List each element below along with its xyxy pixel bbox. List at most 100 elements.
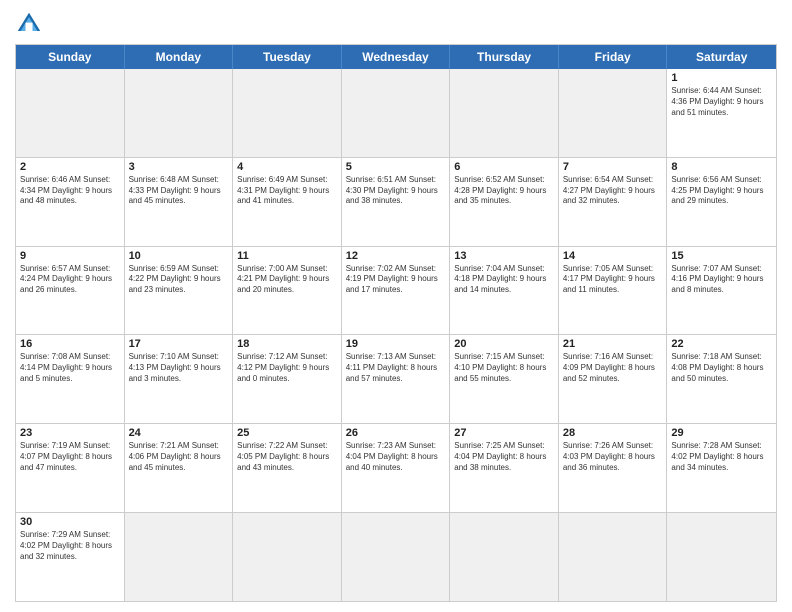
cal-cell: 6 Sunrise: 6:52 AM Sunset: 4:28 PM Daylig…	[450, 158, 559, 246]
day-info: Sunrise: 6:44 AM Sunset: 4:36 PM Dayligh…	[671, 86, 772, 118]
day-info: Sunrise: 6:56 AM Sunset: 4:25 PM Dayligh…	[671, 175, 772, 207]
day-info: Sunrise: 7:00 AM Sunset: 4:21 PM Dayligh…	[237, 264, 337, 296]
day-number: 6	[454, 161, 554, 173]
page: SundayMondayTuesdayWednesdayThursdayFrid…	[0, 0, 792, 612]
day-number: 25	[237, 427, 337, 439]
day-number: 28	[563, 427, 663, 439]
cal-week-2: 9 Sunrise: 6:57 AM Sunset: 4:24 PM Daylig…	[16, 247, 776, 336]
day-info: Sunrise: 7:18 AM Sunset: 4:08 PM Dayligh…	[671, 352, 772, 384]
cal-cell	[450, 69, 559, 157]
day-info: Sunrise: 6:51 AM Sunset: 4:30 PM Dayligh…	[346, 175, 446, 207]
cal-cell: 5Sunrise: 6:51 AM Sunset: 4:30 PM Daylig…	[342, 158, 451, 246]
day-info: Sunrise: 6:59 AM Sunset: 4:22 PM Dayligh…	[129, 264, 229, 296]
day-number: 9	[20, 250, 120, 262]
cal-week-0: 1Sunrise: 6:44 AM Sunset: 4:36 PM Daylig…	[16, 69, 776, 158]
cal-cell: 14 Sunrise: 7:05 AM Sunset: 4:17 PM Dayli…	[559, 247, 668, 335]
day-number: 21	[563, 338, 663, 350]
cal-cell	[125, 69, 234, 157]
cal-cell	[667, 513, 776, 601]
cal-cell: 18Sunrise: 7:12 AM Sunset: 4:12 PM Dayli…	[233, 335, 342, 423]
cal-cell: 7Sunrise: 6:54 AM Sunset: 4:27 PM Daylig…	[559, 158, 668, 246]
day-number: 8	[671, 161, 772, 173]
cal-cell: 24 Sunrise: 7:21 AM Sunset: 4:06 PM Dayli…	[125, 424, 234, 512]
cal-cell: 21 Sunrise: 7:16 AM Sunset: 4:09 PM Dayli…	[559, 335, 668, 423]
day-info: Sunrise: 7:12 AM Sunset: 4:12 PM Dayligh…	[237, 352, 337, 384]
day-info: Sunrise: 6:49 AM Sunset: 4:31 PM Dayligh…	[237, 175, 337, 207]
day-info: Sunrise: 7:10 AM Sunset: 4:13 PM Dayligh…	[129, 352, 229, 384]
day-info: Sunrise: 7:04 AM Sunset: 4:18 PM Dayligh…	[454, 264, 554, 296]
cal-cell: 29 Sunrise: 7:28 AM Sunset: 4:02 PM Dayli…	[667, 424, 776, 512]
day-number: 20	[454, 338, 554, 350]
header	[15, 10, 777, 38]
cal-cell: 22Sunrise: 7:18 AM Sunset: 4:08 PM Dayli…	[667, 335, 776, 423]
cal-week-1: 2 Sunrise: 6:46 AM Sunset: 4:34 PM Daylig…	[16, 158, 776, 247]
day-number: 2	[20, 161, 120, 173]
day-info: Sunrise: 7:15 AM Sunset: 4:10 PM Dayligh…	[454, 352, 554, 384]
day-number: 24	[129, 427, 229, 439]
cal-cell	[125, 513, 234, 601]
day-info: Sunrise: 7:22 AM Sunset: 4:05 PM Dayligh…	[237, 441, 337, 473]
day-info: Sunrise: 7:23 AM Sunset: 4:04 PM Dayligh…	[346, 441, 446, 473]
day-number: 29	[671, 427, 772, 439]
calendar-header: SundayMondayTuesdayWednesdayThursdayFrid…	[16, 45, 776, 69]
day-number: 19	[346, 338, 446, 350]
day-number: 3	[129, 161, 229, 173]
day-number: 7	[563, 161, 663, 173]
day-info: Sunrise: 6:48 AM Sunset: 4:33 PM Dayligh…	[129, 175, 229, 207]
cal-cell: 20 Sunrise: 7:15 AM Sunset: 4:10 PM Dayli…	[450, 335, 559, 423]
day-number: 11	[237, 250, 337, 262]
day-number: 4	[237, 161, 337, 173]
day-info: Sunrise: 7:29 AM Sunset: 4:02 PM Dayligh…	[20, 530, 120, 562]
day-info: Sunrise: 7:13 AM Sunset: 4:11 PM Dayligh…	[346, 352, 446, 384]
cal-cell: 3 Sunrise: 6:48 AM Sunset: 4:33 PM Daylig…	[125, 158, 234, 246]
cal-cell: 2 Sunrise: 6:46 AM Sunset: 4:34 PM Daylig…	[16, 158, 125, 246]
day-info: Sunrise: 7:16 AM Sunset: 4:09 PM Dayligh…	[563, 352, 663, 384]
cal-cell: 27 Sunrise: 7:25 AM Sunset: 4:04 PM Dayli…	[450, 424, 559, 512]
cal-cell	[559, 69, 668, 157]
cal-cell: 13 Sunrise: 7:04 AM Sunset: 4:18 PM Dayli…	[450, 247, 559, 335]
cal-cell: 26Sunrise: 7:23 AM Sunset: 4:04 PM Dayli…	[342, 424, 451, 512]
day-number: 14	[563, 250, 663, 262]
day-number: 12	[346, 250, 446, 262]
day-number: 13	[454, 250, 554, 262]
cal-cell: 23Sunrise: 7:19 AM Sunset: 4:07 PM Dayli…	[16, 424, 125, 512]
cal-week-5: 30 Sunrise: 7:29 AM Sunset: 4:02 PM Dayli…	[16, 513, 776, 601]
cal-cell	[16, 69, 125, 157]
cal-cell: 12 Sunrise: 7:02 AM Sunset: 4:19 PM Dayli…	[342, 247, 451, 335]
day-info: Sunrise: 6:57 AM Sunset: 4:24 PM Dayligh…	[20, 264, 120, 296]
day-info: Sunrise: 7:25 AM Sunset: 4:04 PM Dayligh…	[454, 441, 554, 473]
cal-cell: 25 Sunrise: 7:22 AM Sunset: 4:05 PM Dayli…	[233, 424, 342, 512]
day-info: Sunrise: 6:46 AM Sunset: 4:34 PM Dayligh…	[20, 175, 120, 207]
cal-cell: 15Sunrise: 7:07 AM Sunset: 4:16 PM Dayli…	[667, 247, 776, 335]
day-info: Sunrise: 7:28 AM Sunset: 4:02 PM Dayligh…	[671, 441, 772, 473]
cal-cell: 19 Sunrise: 7:13 AM Sunset: 4:11 PM Dayli…	[342, 335, 451, 423]
day-info: Sunrise: 7:26 AM Sunset: 4:03 PM Dayligh…	[563, 441, 663, 473]
day-number: 16	[20, 338, 120, 350]
cal-cell: 17 Sunrise: 7:10 AM Sunset: 4:13 PM Dayli…	[125, 335, 234, 423]
day-info: Sunrise: 7:19 AM Sunset: 4:07 PM Dayligh…	[20, 441, 120, 473]
cal-cell: 4 Sunrise: 6:49 AM Sunset: 4:31 PM Daylig…	[233, 158, 342, 246]
logo	[15, 10, 47, 38]
cal-cell	[450, 513, 559, 601]
cal-cell: 8 Sunrise: 6:56 AM Sunset: 4:25 PM Daylig…	[667, 158, 776, 246]
day-number: 10	[129, 250, 229, 262]
cal-cell: 28 Sunrise: 7:26 AM Sunset: 4:03 PM Dayli…	[559, 424, 668, 512]
cal-cell: 9 Sunrise: 6:57 AM Sunset: 4:24 PM Daylig…	[16, 247, 125, 335]
day-info: Sunrise: 7:21 AM Sunset: 4:06 PM Dayligh…	[129, 441, 229, 473]
day-number: 30	[20, 516, 120, 528]
calendar: SundayMondayTuesdayWednesdayThursdayFrid…	[15, 44, 777, 602]
cal-cell: 1Sunrise: 6:44 AM Sunset: 4:36 PM Daylig…	[667, 69, 776, 157]
cal-cell: 30 Sunrise: 7:29 AM Sunset: 4:02 PM Dayli…	[16, 513, 125, 601]
day-number: 15	[671, 250, 772, 262]
day-number: 17	[129, 338, 229, 350]
cal-week-3: 16 Sunrise: 7:08 AM Sunset: 4:14 PM Dayli…	[16, 335, 776, 424]
cal-cell: 10 Sunrise: 6:59 AM Sunset: 4:22 PM Dayli…	[125, 247, 234, 335]
cal-header-day-monday: Monday	[125, 45, 234, 69]
day-info: Sunrise: 7:05 AM Sunset: 4:17 PM Dayligh…	[563, 264, 663, 296]
day-info: Sunrise: 7:08 AM Sunset: 4:14 PM Dayligh…	[20, 352, 120, 384]
cal-header-day-saturday: Saturday	[667, 45, 776, 69]
day-info: Sunrise: 7:02 AM Sunset: 4:19 PM Dayligh…	[346, 264, 446, 296]
day-number: 27	[454, 427, 554, 439]
day-info: Sunrise: 6:52 AM Sunset: 4:28 PM Dayligh…	[454, 175, 554, 207]
cal-week-4: 23Sunrise: 7:19 AM Sunset: 4:07 PM Dayli…	[16, 424, 776, 513]
